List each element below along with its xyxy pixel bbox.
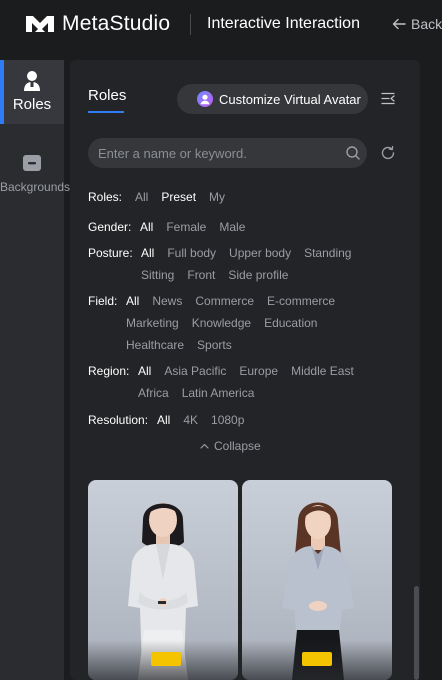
avatar-card[interactable] [88,480,238,680]
filter-label: Region: [88,364,130,378]
filter-option-field-e-commerce[interactable]: E-commerce [267,293,335,309]
brand-name: MetaStudio [62,12,171,35]
filter-option-posture-front[interactable]: Front [187,267,215,283]
filter-label: Posture: [88,246,133,260]
filter-region: Region: All Asia Pacific Europe Middle East… [88,363,378,401]
search-input[interactable] [98,145,345,161]
filter-roles: Roles: All Preset My [88,189,385,205]
top-bar: MetaStudio Interactive Interaction Back [0,0,442,50]
metastudio-logo-icon [26,16,54,32]
filter-option-posture-sitting[interactable]: Sitting [141,267,174,283]
search-icon[interactable] [345,145,361,161]
filter-option-posture-all[interactable]: All [141,245,154,261]
filter-field: Field: All News Commerce E-commerce Marketin… [88,293,366,353]
sidebar-item-backgrounds[interactable]: Backgrounds [0,148,70,208]
filter-option-field-all[interactable]: All [126,293,139,309]
filter-option-roles-preset[interactable]: Preset [161,189,196,205]
filter-option-gender-male[interactable]: Male [219,219,245,235]
filter-option-field-sports[interactable]: Sports [197,337,232,353]
filter-label: Gender: [88,220,132,234]
sidebar-item-label: Backgrounds [0,180,71,194]
card-badge [302,652,332,666]
customize-avatar-label: Customize Virtual Avatar [219,91,361,107]
filter-option-region-europe[interactable]: Europe [239,363,278,379]
avatar-card[interactable] [242,480,392,680]
filter-option-field-healthcare[interactable]: Healthcare [126,337,184,353]
refresh-icon[interactable] [380,145,396,161]
filter-option-field-marketing[interactable]: Marketing [126,315,179,331]
filter-option-field-knowledge[interactable]: Knowledge [192,315,251,331]
filter-option-resolution-all[interactable]: All [157,412,170,428]
filter-option-field-news[interactable]: News [152,293,182,309]
filter-options: All 4K 1080p [157,412,357,428]
filter-option-region-all[interactable]: All [138,363,151,379]
collapse-filters-button[interactable]: Collapse [200,439,261,453]
filter-option-field-commerce[interactable]: Commerce [195,293,254,309]
filter-option-field-education[interactable]: Education [264,315,317,331]
filter-label: Resolution: [88,413,149,427]
sidebar-item-label: Roles [12,96,52,113]
avatar-icon [197,91,213,107]
header-divider [190,14,191,35]
active-indicator [0,60,4,124]
filter-option-resolution-1080p[interactable]: 1080p [211,412,244,428]
background-icon [23,155,41,171]
back-button[interactable]: Back [392,16,442,32]
filter-option-region-africa[interactable]: Africa [138,385,169,401]
filter-option-gender-all[interactable]: All [140,219,153,235]
side-nav: Roles Backgrounds [0,60,70,680]
filter-posture: Posture: All Full body Upper body Standing S… [88,245,376,283]
roles-panel: Roles Customize Virtual Avatar Enter a n… [70,60,420,680]
back-label: Back [411,16,442,32]
filter-options: All Preset My [135,189,385,205]
filter-option-posture-full-body[interactable]: Full body [167,245,216,261]
filter-option-resolution-4k[interactable]: 4K [183,412,198,428]
filter-option-region-asia-pacific[interactable]: Asia Pacific [164,363,226,379]
filter-options: All Full body Upper body Standing Sitting Fro… [141,245,376,283]
card-badge [151,652,181,666]
chevron-up-icon [200,443,209,449]
tab-roles[interactable]: Roles [88,87,126,104]
filter-option-region-middle-east[interactable]: Middle East [291,363,354,379]
filter-label: Roles: [88,190,123,204]
person-icon [24,71,40,91]
search-box [88,138,367,168]
filter-option-roles-all[interactable]: All [135,189,148,205]
filter-option-gender-female[interactable]: Female [166,219,206,235]
tab-active-underline [88,111,124,113]
page-title: Interactive Interaction [207,15,360,32]
filter-option-region-latin-america[interactable]: Latin America [182,385,255,401]
sidebar-item-roles[interactable]: Roles [0,60,64,124]
filter-gender: Gender: All Female Male [88,219,390,235]
collapse-label: Collapse [214,439,261,453]
panel-collapse-icon[interactable] [381,92,395,105]
filter-options: All News Commerce E-commerce Marketing Knowle… [126,293,366,353]
filter-options: All Asia Pacific Europe Middle East Africa La… [138,363,378,401]
filter-options: All Female Male [140,219,390,235]
scrollbar[interactable] [414,586,419,680]
filter-option-posture-side-profile[interactable]: Side profile [228,267,288,283]
filter-option-posture-upper-body[interactable]: Upper body [229,245,291,261]
filter-resolution: Resolution: All 4K 1080p [88,412,357,428]
filter-option-posture-standing[interactable]: Standing [304,245,351,261]
arrow-left-icon [392,18,406,30]
customize-avatar-button[interactable]: Customize Virtual Avatar [177,84,368,114]
filter-label: Field: [88,294,118,308]
filter-option-roles-my[interactable]: My [209,189,225,205]
